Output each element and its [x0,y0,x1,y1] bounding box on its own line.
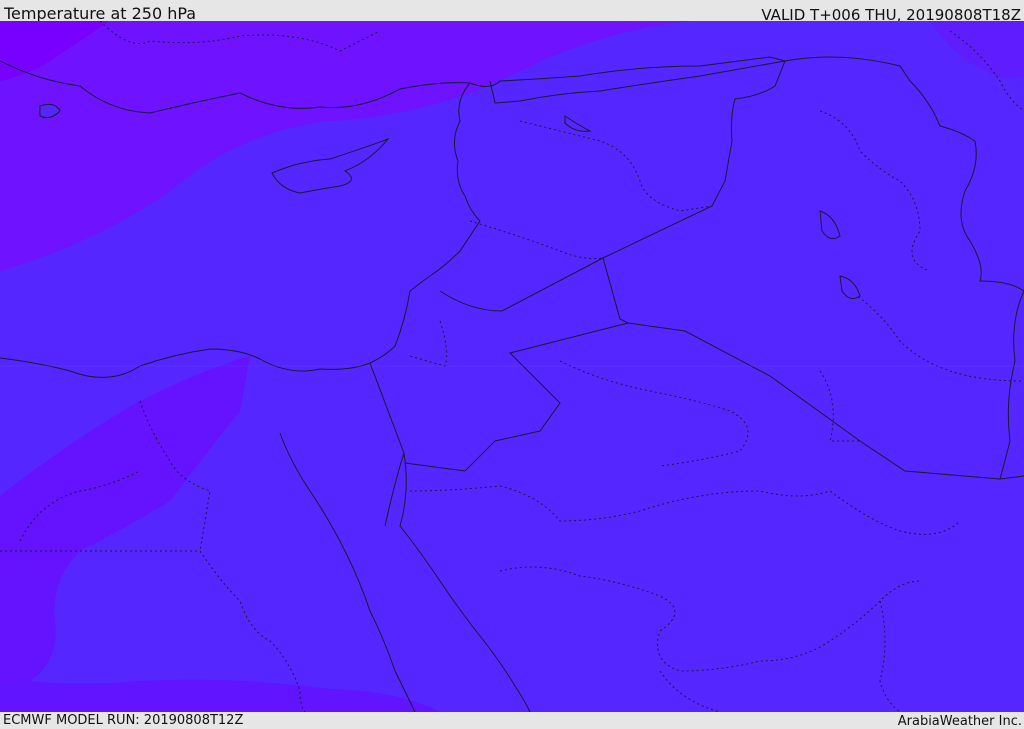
footer-bar: ECMWF MODEL RUN: 20190808T12Z ArabiaWeat… [0,712,1024,729]
temperature-map[interactable] [0,21,1024,712]
credit-label: ArabiaWeather Inc. [897,714,1022,729]
model-run-label: ECMWF MODEL RUN: 20190808T12Z [3,713,244,728]
header-bar: Temperature at 250 hPa VALID T+006 THU, … [0,0,1024,24]
map-panel[interactable] [0,21,1024,712]
weather-map-frame: Temperature at 250 hPa VALID T+006 THU, … [0,0,1024,729]
